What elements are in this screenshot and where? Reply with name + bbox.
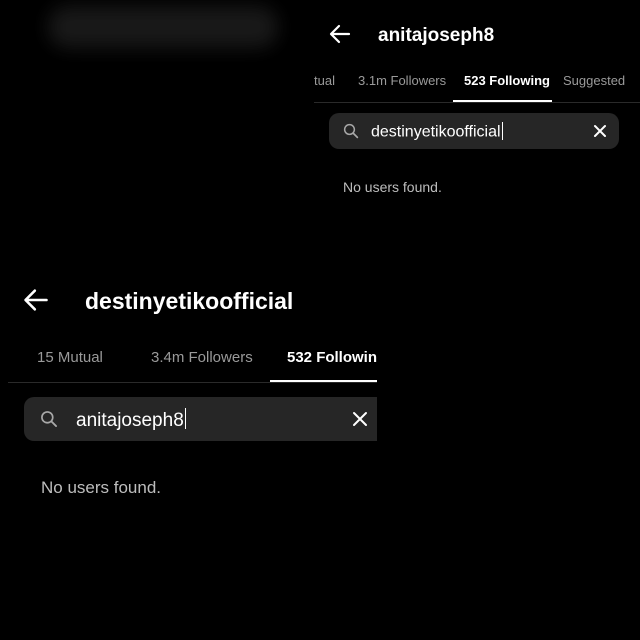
text-caret [501,122,504,140]
profile-username: destinyetikoofficial [85,288,294,314]
profile-username: anitajoseph8 [378,25,495,46]
tab-suggested[interactable]: Suggested [563,73,625,88]
empty-result-message: No users found. [41,478,162,497]
search-query-wrapper: destinyetikoofficial [371,122,504,142]
clear-icon[interactable] [352,411,368,427]
search-icon [342,122,360,140]
search-query-wrapper: anitajoseph8 [76,408,187,432]
tab-bar: 15 Mutual 3.4m Followers 532 Following [8,334,377,383]
blurred-header [48,6,278,48]
search-input[interactable]: destinyetikoofficial [329,113,619,149]
empty-result-message: No users found. [343,179,442,195]
clear-icon[interactable] [592,123,608,139]
search-icon [39,409,59,429]
tab-mutual[interactable]: 15 Mutual [37,349,103,366]
following-panel-destinyetikoofficial: destinyetikoofficial 15 Mutual 3.4m Foll… [0,268,377,518]
tab-mutual[interactable]: tual [314,73,335,88]
tab-following[interactable]: 523 Following [464,73,550,88]
tab-following[interactable]: 532 Following [287,349,377,366]
text-caret [184,408,187,429]
following-panel-anitajoseph8: anitajoseph8 tual 3.1m Followers 523 Fol… [314,0,640,230]
search-query: anitajoseph8 [76,409,184,431]
search-query: destinyetikoofficial [371,123,501,141]
back-arrow-icon[interactable] [328,22,352,46]
tab-bar: tual 3.1m Followers 523 Following Sugges… [314,60,640,103]
active-tab-indicator [453,100,552,102]
active-tab-indicator [270,380,377,382]
search-input[interactable]: anitajoseph8 [24,397,377,441]
tab-followers[interactable]: 3.1m Followers [358,73,446,88]
back-arrow-icon[interactable] [22,286,50,314]
tab-followers[interactable]: 3.4m Followers [151,349,253,366]
